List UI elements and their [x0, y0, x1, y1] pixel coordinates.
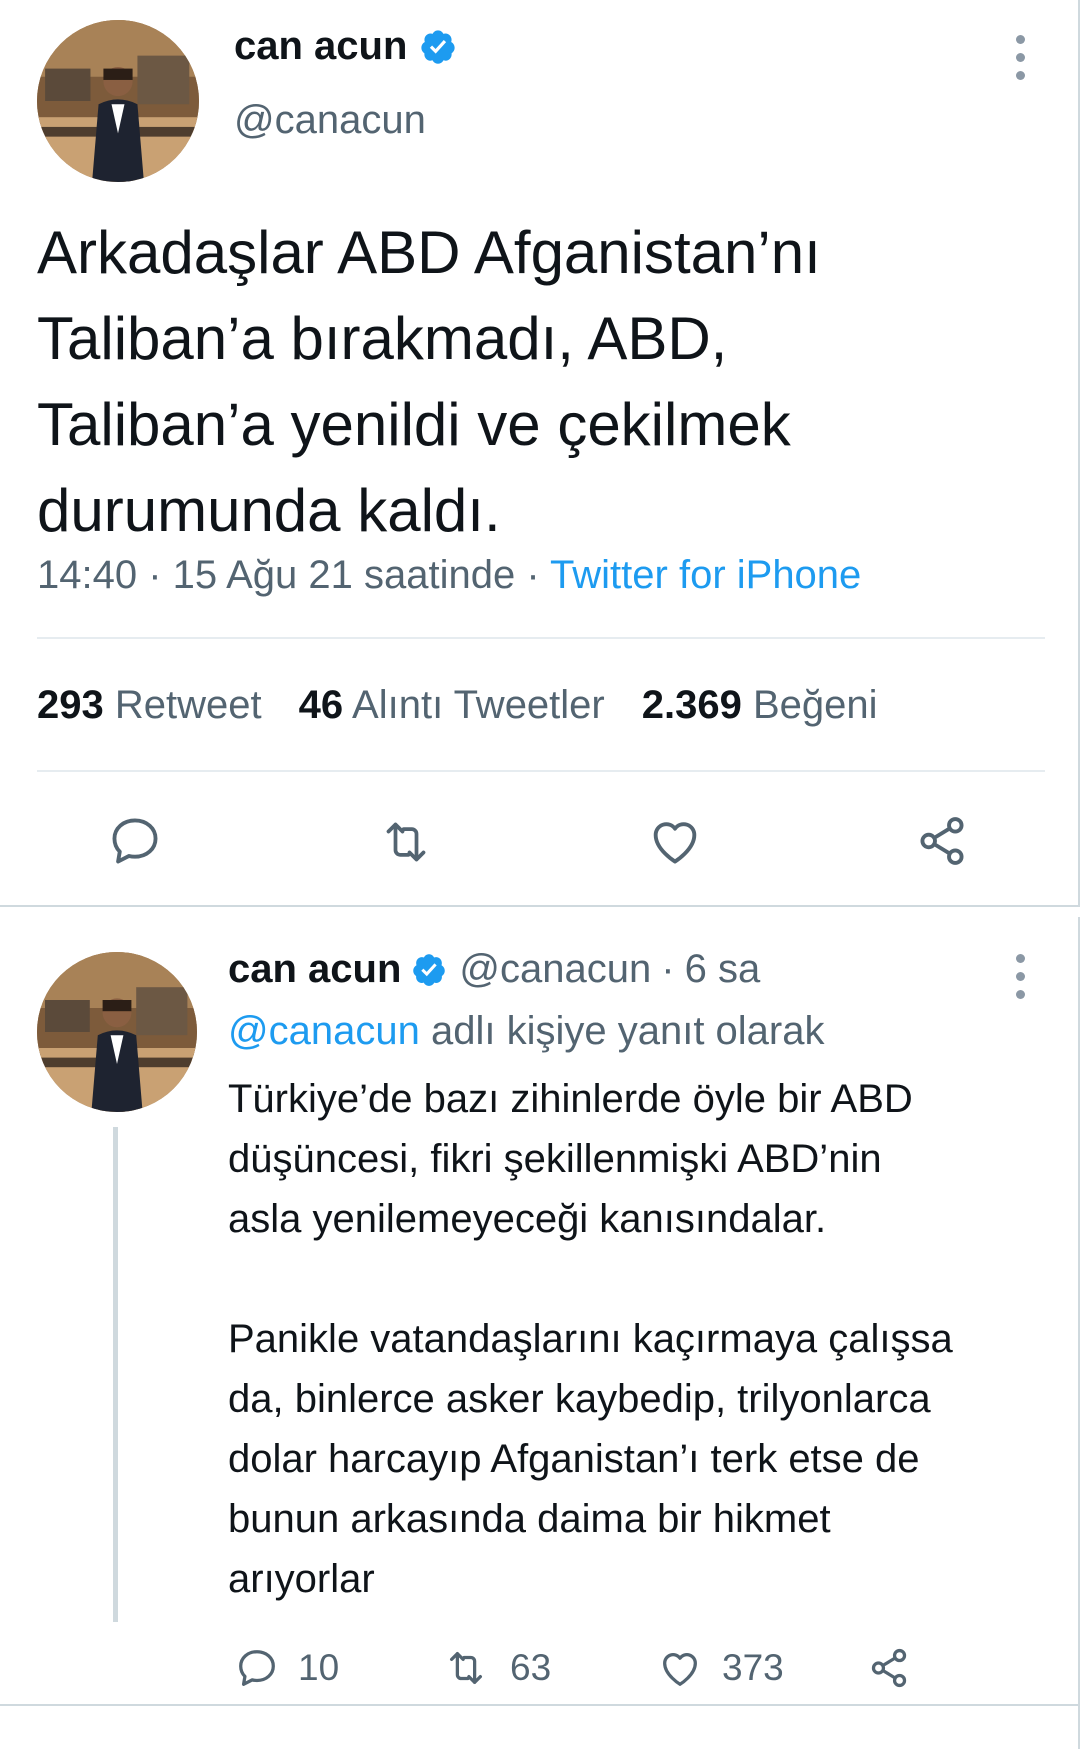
- tweet-text-line: düşüncesi, fikri şekillenmişki ABD’nin: [228, 1137, 882, 1181]
- retweet-button[interactable]: 63: [440, 1645, 551, 1691]
- tweet-date[interactable]: 15 Ağu 21 saatinde: [173, 553, 516, 597]
- likes-stat[interactable]: 2.369 Beğeni: [642, 683, 878, 728]
- retweet-count: 63: [510, 1647, 552, 1688]
- divider: [37, 637, 1045, 639]
- section-separator: [0, 905, 1080, 917]
- share-icon: [871, 1648, 907, 1688]
- author-name[interactable]: can acun: [228, 947, 401, 992]
- retweets-stat[interactable]: 293 Retweet: [37, 683, 262, 728]
- share-button[interactable]: [866, 1645, 930, 1691]
- tweet-text-line: asla yenilemeyeceği kanısındalar.: [228, 1197, 827, 1241]
- replying-to: @canacun adlı kişiye yanıt olarak: [228, 1009, 824, 1054]
- tweet-text-line: arıyorlar: [228, 1557, 375, 1601]
- replying-to-mention-link[interactable]: @canacun: [228, 1009, 420, 1053]
- replying-to-label: adlı kişiye yanıt olarak: [430, 1009, 825, 1053]
- tweet-action-bar: 10 63 373: [0, 1645, 1080, 1705]
- like-icon: [663, 1653, 697, 1686]
- like-button[interactable]: 373: [656, 1645, 784, 1691]
- retweet-icon[interactable]: [374, 814, 438, 870]
- reply-icon: [239, 1650, 275, 1686]
- author-name-row[interactable]: can acun: [234, 24, 457, 69]
- tweet-text-line: Taliban’a bırakmadı, ABD,: [37, 305, 728, 372]
- divider: [0, 1704, 1080, 1706]
- tweet-text: Türkiye’de bazı zihinlerde öyle bir ABD …: [228, 1069, 1048, 1609]
- tweet-text-line: durumunda kaldı.: [37, 477, 501, 544]
- tweet-text: Arkadaşlar ABD Afganistan’nı Taliban’a b…: [37, 210, 1037, 554]
- tweet-time-ago[interactable]: 6 sa: [685, 947, 761, 992]
- tweet-source-link[interactable]: Twitter for iPhone: [550, 553, 861, 597]
- more-options-icon[interactable]: [1014, 35, 1026, 89]
- thread-connector-line: [113, 1127, 118, 1622]
- tweet-text-line: Arkadaşlar ABD Afganistan’nı: [37, 219, 821, 286]
- like-icon[interactable]: [645, 812, 705, 870]
- separator-dot: ·: [661, 947, 675, 991]
- author-handle[interactable]: @canacun: [234, 98, 426, 143]
- reply-button[interactable]: 10: [234, 1645, 339, 1691]
- tweet-text-line: dolar harcayıp Afganistan’ı terk etse de: [228, 1437, 920, 1481]
- share-icon[interactable]: [913, 812, 971, 870]
- reply-icon[interactable]: [106, 812, 164, 870]
- verified-badge-icon: [419, 28, 457, 66]
- tweet-action-bar: [0, 812, 1080, 876]
- tweet-text-line: Türkiye’de bazı zihinlerde öyle bir ABD: [228, 1077, 913, 1121]
- tweet-text-line: bunun arkasında daima bir hikmet: [228, 1497, 831, 1541]
- retweet-icon: [449, 1651, 483, 1685]
- author-handle[interactable]: @canacun: [459, 947, 651, 992]
- tweet-text-line: Panikle vatandaşlarını kaçırmaya çalışsa: [228, 1317, 953, 1361]
- divider: [37, 770, 1045, 772]
- tweet-metadata: 14:40 · 15 Ağu 21 saatinde · Twitter for…: [37, 553, 862, 597]
- verified-badge-icon: [411, 952, 447, 988]
- author-name-row[interactable]: can acun @canacun · 6 sa: [228, 947, 760, 992]
- tweet-text-line: da, binlerce asker kaybedip, trilyonlarc…: [228, 1377, 931, 1421]
- quotes-stat[interactable]: 46 Alıntı Tweetler: [299, 683, 605, 728]
- reply-tweet[interactable]: can acun @canacun · 6 sa @canacun adlı k…: [0, 917, 1080, 1749]
- tweet-stats: 293 Retweet 46 Alıntı Tweetler 2.369 Beğ…: [37, 683, 915, 728]
- like-count: 373: [722, 1647, 784, 1688]
- tweet-text-line: Taliban’a yenildi ve çekilmek: [37, 391, 791, 458]
- avatar[interactable]: [37, 20, 199, 182]
- avatar[interactable]: [37, 952, 197, 1112]
- tweet-detail-page: can acun @canacun Arkadaşlar ABD Afganis…: [0, 0, 1080, 1749]
- more-options-icon[interactable]: [1014, 954, 1026, 1008]
- main-tweet: can acun @canacun Arkadaşlar ABD Afganis…: [0, 0, 1080, 905]
- reply-count: 10: [298, 1647, 340, 1688]
- tweet-time[interactable]: 14:40: [37, 553, 137, 597]
- author-name[interactable]: can acun: [234, 24, 407, 69]
